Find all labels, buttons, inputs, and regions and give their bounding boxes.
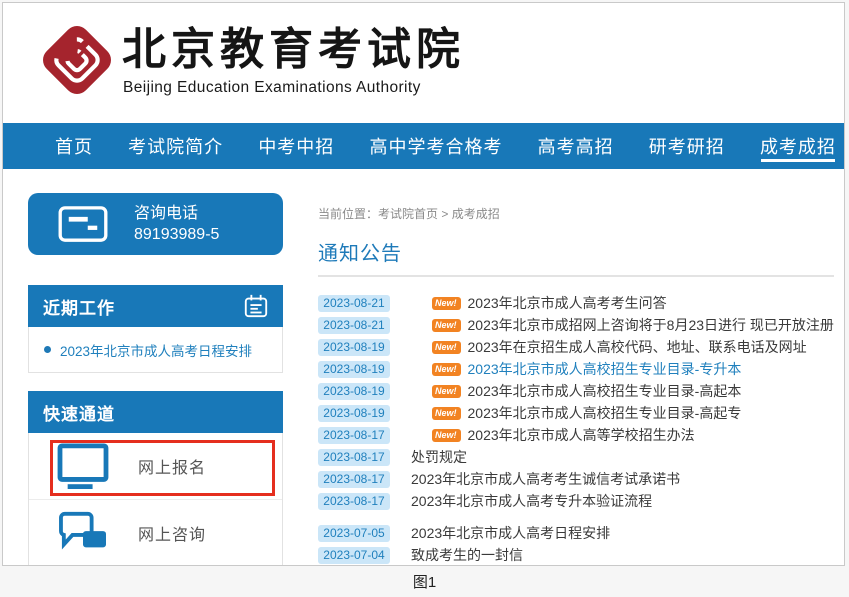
new-badge: New! — [432, 297, 461, 310]
beea-logo-icon[interactable] — [35, 15, 119, 105]
notice-date: 2023-08-17 — [318, 493, 390, 510]
notice-date: 2023-08-19 — [318, 339, 390, 356]
recent-work-title: 近期工作 — [43, 294, 115, 319]
bullet-icon — [44, 346, 51, 353]
sidebar: 咨询电话 89193989-5 近期工作 — [28, 193, 283, 566]
notice-link[interactable]: 2023年北京市成人高考考生诚信考试承诺书 — [411, 469, 680, 489]
monitor-icon — [56, 443, 110, 489]
phone-card-icon — [58, 205, 108, 243]
notice-link[interactable]: 2023年北京市成人高校招生专业目录-高起专 — [468, 403, 742, 423]
figure-caption: 图1 — [0, 571, 849, 592]
nav-item-zhongkao[interactable]: 中考中招 — [258, 123, 334, 169]
notice-date: 2023-08-19 — [318, 405, 390, 422]
notice-date: 2023-07-04 — [318, 547, 390, 564]
notice-date: 2023-08-21 — [318, 317, 390, 334]
phone-number: 89193989-5 — [134, 224, 219, 245]
notice-link[interactable]: 2023年在京招生成人高校代码、地址、联系电话及网址 — [468, 337, 807, 357]
new-badge: New! — [432, 385, 461, 398]
consult-phone-card: 咨询电话 89193989-5 — [28, 193, 283, 255]
breadcrumb-home-link[interactable]: 考试院首页 — [378, 207, 438, 221]
quick-channel-title: 快速通道 — [43, 400, 115, 425]
site-title: 北京教育考试院 — [122, 13, 465, 77]
breadcrumb: 当前位置：考试院首页 > 成考成招 — [318, 205, 834, 222]
notice-link[interactable]: 2023年北京市成人高考日程安排 — [411, 523, 610, 543]
notice-date: 2023-08-19 — [318, 361, 390, 378]
notice-row: 2023-08-21 New! 2023年北京市成人高考考生问答 — [318, 292, 834, 314]
recent-work-box: 近期工作 2023年北京市成人高考日程安排 — [28, 285, 283, 373]
quick-channel-box: 快速通道 网上报名 网上咨 — [28, 391, 283, 566]
nav-item-home[interactable]: 首页 — [55, 123, 93, 169]
main-nav: 首页 考试院简介 中考中招 高中学考合格考 高考高招 研考研招 成考成招 — [3, 123, 844, 169]
chat-icon — [56, 510, 110, 556]
breadcrumb-separator: > — [441, 207, 448, 221]
calendar-icon — [243, 293, 269, 319]
notice-link[interactable]: 2023年北京市成人高考专升本验证流程 — [411, 491, 652, 511]
notice-link[interactable]: 处罚规定 — [411, 447, 467, 467]
breadcrumb-current: 成考成招 — [452, 207, 500, 221]
recent-work-link[interactable]: 2023年北京市成人高考日程安排 — [60, 340, 252, 360]
main-content: 当前位置：考试院首页 > 成考成招 通知公告 2023-08-21 New! 2… — [318, 193, 834, 566]
online-registration-label: 网上报名 — [138, 454, 206, 478]
nav-item-chengkao[interactable]: 成考成招 — [760, 123, 836, 169]
notice-row: 2023-08-19 New! 2023年在京招生成人高校代码、地址、联系电话及… — [318, 336, 834, 358]
page-content: 咨询电话 89193989-5 近期工作 — [3, 169, 844, 566]
notice-row: 2023-08-17 2023年北京市成人高考考生诚信考试承诺书 — [318, 468, 834, 490]
notice-date: 2023-08-17 — [318, 427, 390, 444]
online-consult-label: 网上咨询 — [138, 521, 206, 545]
notice-link[interactable]: 致成考生的一封信 — [411, 545, 523, 565]
nav-item-gaokao[interactable]: 高考高招 — [538, 123, 614, 169]
notice-row: 2023-08-21 New! 2023年北京市成招网上咨询将于8月23日进行 … — [318, 314, 834, 336]
nav-item-xuekao[interactable]: 高中学考合格考 — [369, 123, 502, 169]
new-badge: New! — [432, 341, 461, 354]
site-header: 北京教育考试院 Beijing Education Examinations A… — [3, 3, 844, 123]
online-registration-item[interactable]: 网上报名 — [29, 433, 282, 499]
notices-list: 2023-08-21 New! 2023年北京市成人高考考生问答 2023-08… — [318, 292, 834, 566]
nav-item-about[interactable]: 考试院简介 — [128, 123, 223, 169]
notice-link[interactable]: 2023年北京市成人高等学校招生办法 — [468, 425, 695, 445]
notices-section-title: 通知公告 — [318, 237, 834, 277]
notice-link[interactable]: 2023年北京市成人高校招生专业目录-专升本 — [468, 359, 742, 379]
notice-row: 2023-07-04 致成考生的一封信 — [318, 544, 834, 566]
notice-row: 2023-08-19 New! 2023年北京市成人高校招生专业目录-专升本 — [318, 358, 834, 380]
phone-label: 咨询电话 — [134, 203, 219, 224]
nav-item-yankao[interactable]: 研考研招 — [649, 123, 725, 169]
notice-link[interactable]: 2023年北京市成招网上咨询将于8月23日进行 现已开放注册 — [468, 315, 834, 335]
website-screenshot: 北京教育考试院 Beijing Education Examinations A… — [2, 2, 845, 566]
notice-date: 2023-07-05 — [318, 525, 390, 542]
notice-row: 2023-07-05 2023年北京市成人高考日程安排 — [318, 522, 834, 544]
notice-row: 2023-08-19 New! 2023年北京市成人高校招生专业目录-高起本 — [318, 380, 834, 402]
notice-row: 2023-08-17 处罚规定 — [318, 446, 834, 468]
notice-date: 2023-08-17 — [318, 449, 390, 466]
new-badge: New! — [432, 363, 461, 376]
new-badge: New! — [432, 407, 461, 420]
online-consult-item[interactable]: 网上咨询 — [29, 499, 282, 565]
notice-link[interactable]: 2023年北京市成人高校招生专业目录-高起本 — [468, 381, 742, 401]
notice-row: 2023-08-17 2023年北京市成人高考专升本验证流程 — [318, 490, 834, 512]
notice-row: 2023-08-19 New! 2023年北京市成人高校招生专业目录-高起专 — [318, 402, 834, 424]
new-badge: New! — [432, 319, 461, 332]
breadcrumb-prefix: 当前位置： — [318, 207, 378, 221]
notice-row: 2023-08-17 New! 2023年北京市成人高等学校招生办法 — [318, 424, 834, 446]
notice-date: 2023-08-19 — [318, 383, 390, 400]
site-subtitle: Beijing Education Examinations Authority — [123, 79, 421, 97]
new-badge: New! — [432, 429, 461, 442]
notice-date: 2023-08-21 — [318, 295, 390, 312]
notice-link[interactable]: 2023年北京市成人高考考生问答 — [468, 293, 667, 313]
notice-date: 2023-08-17 — [318, 471, 390, 488]
